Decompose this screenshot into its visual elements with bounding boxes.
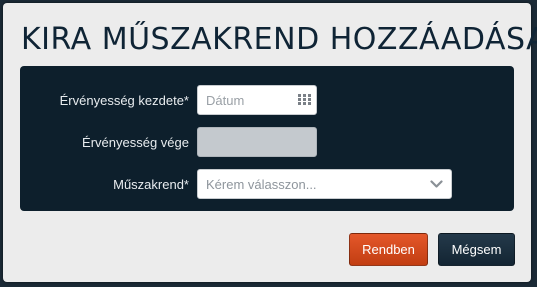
shift-select-placeholder: Kérem válasszon... bbox=[206, 176, 317, 192]
start-date-picker bbox=[197, 85, 317, 115]
dialog-title: KIRA MŰSZAKREND HOZZÁADÁSA bbox=[21, 22, 537, 57]
shift-label: Műszakrend* bbox=[113, 176, 189, 192]
chevron-down-icon bbox=[430, 180, 443, 188]
form-panel: Érvényesség kezdete* Érvényesség vége Mű… bbox=[20, 66, 514, 211]
start-date-row: Érvényesség kezdete* bbox=[20, 84, 514, 116]
start-date-label: Érvényesség kezdete* bbox=[59, 92, 189, 108]
add-shift-dialog: KIRA MŰSZAKREND HOZZÁADÁSA Érvényesség k… bbox=[3, 3, 537, 282]
ok-button[interactable]: Rendben bbox=[349, 233, 428, 266]
end-date-row: Érvényesség vége bbox=[20, 126, 514, 158]
shift-select[interactable]: Kérem válasszon... bbox=[197, 169, 452, 199]
calendar-icon[interactable] bbox=[298, 94, 311, 105]
cancel-button[interactable]: Mégsem bbox=[438, 233, 515, 266]
end-date-input bbox=[197, 127, 317, 157]
end-date-label: Érvényesség vége bbox=[82, 134, 189, 150]
shift-row: Műszakrend* Kérem válasszon... bbox=[20, 168, 514, 200]
